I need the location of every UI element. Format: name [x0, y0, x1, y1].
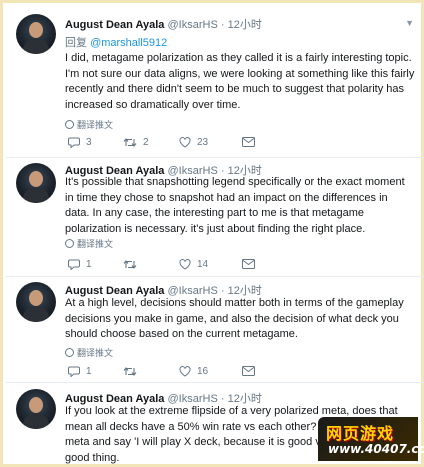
retweet-button[interactable] [123, 366, 143, 377]
reply-count: 1 [86, 259, 92, 270]
tweet-actions: 3 2 23 [68, 137, 368, 153]
avatar[interactable] [16, 14, 56, 54]
translate-link[interactable]: 翻译推文 [65, 237, 113, 250]
translate-label: 翻译推文 [77, 120, 114, 130]
site-watermark: 网页游戏 www.40407.com [318, 417, 424, 461]
tweet-text: At a high level, decisions should matter… [65, 297, 404, 340]
heart-icon [179, 366, 191, 377]
direct-message-button[interactable] [242, 137, 255, 147]
retweet-icon [123, 260, 137, 269]
globe-icon [65, 239, 74, 248]
retweet-icon [123, 367, 137, 376]
translate-label: 翻译推文 [77, 348, 114, 358]
reply-context: 回复 @marshall5912 [65, 34, 167, 50]
globe-icon [65, 120, 74, 129]
author-name[interactable]: August Dean Ayala [65, 19, 164, 31]
reply-button[interactable]: 3 [68, 137, 92, 148]
reply-prefix: 回复 [65, 37, 87, 49]
like-count: 23 [197, 137, 209, 148]
direct-message-button[interactable] [242, 259, 255, 269]
watermark-cn: 网页游戏 [326, 424, 395, 443]
translate-label: 翻译推文 [77, 239, 114, 249]
tweet-text: It's possible that snapshotting legend s… [65, 176, 405, 235]
tweet-actions: 1 16 [68, 366, 368, 382]
tweet[interactable]: August Dean Ayala @IksarHS · 12小时 ▼ 回复 @… [6, 6, 424, 158]
heart-icon [179, 259, 191, 270]
globe-icon [65, 348, 74, 357]
reply-icon [68, 137, 80, 148]
avatar[interactable] [16, 282, 56, 322]
envelope-icon [242, 259, 255, 269]
chevron-down-icon[interactable]: ▼ [405, 18, 414, 28]
reply-mention-link[interactable]: @marshall5912 [90, 37, 167, 49]
separator-dot: · [220, 19, 225, 31]
direct-message-button[interactable] [242, 366, 255, 376]
reply-icon [68, 259, 80, 270]
tweet[interactable]: August Dean Ayala @IksarHS · 12小时 At a h… [6, 277, 424, 383]
reply-count: 3 [86, 137, 92, 148]
tweet[interactable]: August Dean Ayala @IksarHS · 12小时 It's p… [6, 158, 424, 277]
like-count: 16 [197, 366, 209, 377]
tweet-header: August Dean Ayala @IksarHS · 12小时 [65, 16, 262, 32]
reply-button[interactable]: 1 [68, 366, 92, 377]
avatar[interactable] [16, 389, 56, 429]
avatar[interactable] [16, 163, 56, 203]
heart-icon [179, 137, 191, 148]
like-button[interactable]: 14 [179, 259, 208, 270]
tweet-text: I did, metagame polarization as they cal… [65, 52, 415, 111]
envelope-icon [242, 137, 255, 147]
retweet-icon [123, 138, 137, 147]
watermark-url: www.40407.com [328, 442, 424, 456]
retweet-button[interactable]: 2 [123, 137, 149, 148]
retweet-button[interactable] [123, 259, 143, 270]
translate-link[interactable]: 翻译推文 [65, 118, 113, 131]
reply-icon [68, 366, 80, 377]
reply-button[interactable]: 1 [68, 259, 92, 270]
tweet-actions: 1 14 [68, 259, 368, 275]
retweet-count: 2 [143, 137, 149, 148]
reply-count: 1 [86, 366, 92, 377]
envelope-icon [242, 366, 255, 376]
author-handle[interactable]: @IksarHS [168, 19, 218, 31]
translate-link[interactable]: 翻译推文 [65, 346, 113, 359]
like-button[interactable]: 23 [179, 137, 208, 148]
timeline-frame: August Dean Ayala @IksarHS · 12小时 ▼ 回复 @… [0, 0, 424, 467]
like-count: 14 [197, 259, 209, 270]
like-button[interactable]: 16 [179, 366, 208, 377]
timestamp[interactable]: 12小时 [228, 19, 262, 31]
